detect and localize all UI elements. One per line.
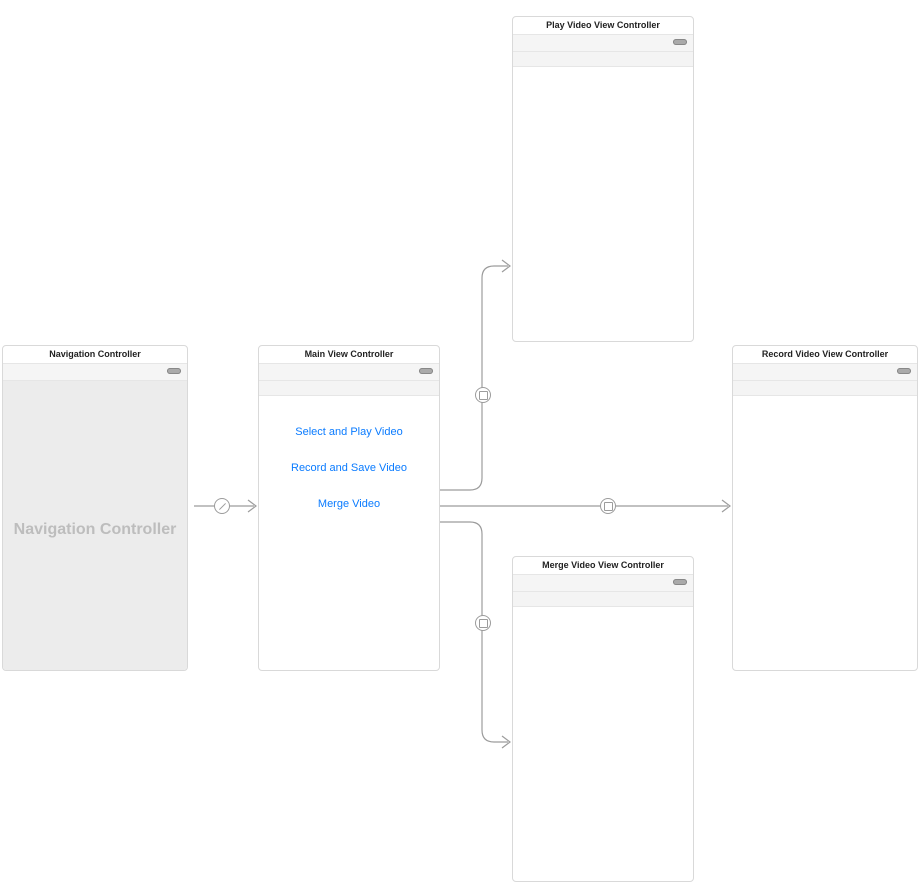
scene-title: Play Video View Controller <box>513 17 693 35</box>
toolbar <box>513 52 693 67</box>
scene-main-view-controller[interactable]: Main View Controller Select and Play Vid… <box>258 345 440 671</box>
scene-navigation-controller[interactable]: Navigation Controller Navigation Control… <box>2 345 188 671</box>
segue-show-icon[interactable] <box>475 387 491 403</box>
navigation-bar <box>513 575 693 592</box>
scene-merge-video-view-controller[interactable]: Merge Video View Controller <box>512 556 694 882</box>
toolbar <box>733 381 917 396</box>
placeholder-body: Navigation Controller <box>3 381 187 671</box>
navigation-bar <box>733 364 917 381</box>
scene-record-video-view-controller[interactable]: Record Video View Controller <box>732 345 918 671</box>
select-play-video-button[interactable]: Select and Play Video <box>259 426 439 438</box>
navigation-bar <box>259 364 439 381</box>
storyboard-canvas[interactable]: Navigation Controller Navigation Control… <box>0 0 921 885</box>
navigation-bar <box>3 364 187 381</box>
scene-title: Merge Video View Controller <box>513 557 693 575</box>
placeholder-label: Navigation Controller <box>3 381 187 539</box>
scene-title: Navigation Controller <box>3 346 187 364</box>
scene-title: Record Video View Controller <box>733 346 917 364</box>
navigation-bar <box>513 35 693 52</box>
toolbar <box>259 381 439 396</box>
scene-play-video-view-controller[interactable]: Play Video View Controller <box>512 16 694 342</box>
segue-show-icon[interactable] <box>600 498 616 514</box>
toolbar <box>513 592 693 607</box>
merge-video-button[interactable]: Merge Video <box>259 498 439 510</box>
record-save-video-button[interactable]: Record and Save Video <box>259 462 439 474</box>
segue-relationship-icon[interactable] <box>214 498 230 514</box>
segue-show-icon[interactable] <box>475 615 491 631</box>
scene-title: Main View Controller <box>259 346 439 364</box>
